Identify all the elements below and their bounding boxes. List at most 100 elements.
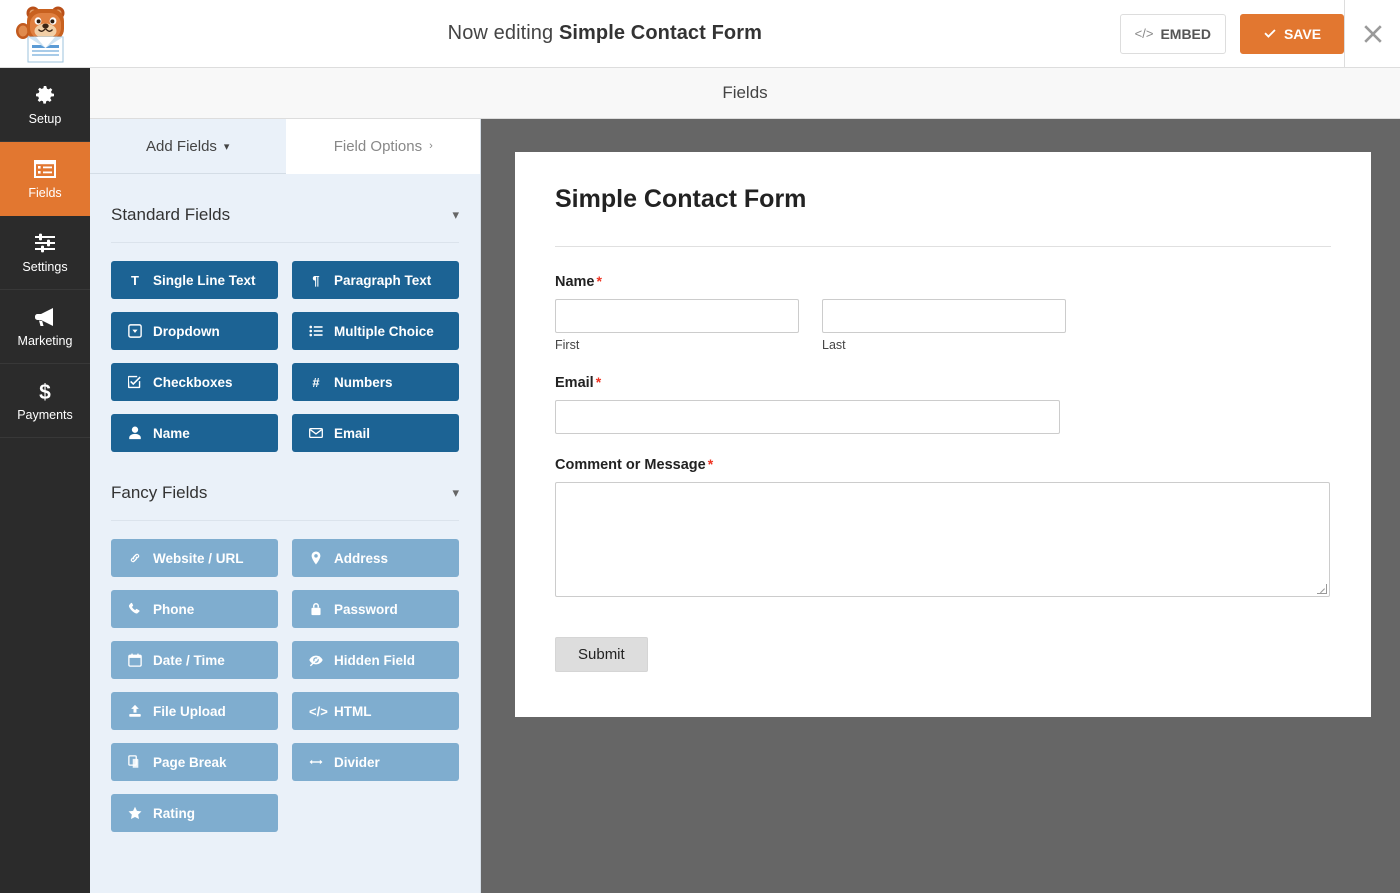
field-button-label: HTML — [334, 704, 372, 719]
sidebar-item-marketing[interactable]: Marketing — [0, 290, 90, 364]
field-button-dropdown[interactable]: Dropdown — [111, 312, 278, 350]
preview-field-label: Name* — [555, 273, 1331, 290]
required-indicator: * — [594, 374, 601, 390]
resize-handle-icon[interactable] — [1317, 584, 1327, 594]
form-divider — [555, 246, 1331, 247]
chevron-down-icon: ▾ — [452, 207, 459, 223]
field-button-label: Single Line Text — [153, 273, 256, 288]
builder-sidebar: Setup Fields Settings Marketing — [0, 68, 90, 893]
name-last-column: Last — [822, 299, 1066, 352]
field-button-single-line-text[interactable]: T Single Line Text — [111, 261, 278, 299]
section-fancy-fields-header[interactable]: Fancy Fields ▾ — [111, 452, 459, 521]
field-button-label: Date / Time — [153, 653, 225, 668]
field-button-paragraph-text[interactable]: ¶ Paragraph Text — [292, 261, 459, 299]
tab-field-options[interactable]: Field Options › — [286, 119, 482, 174]
first-name-input[interactable] — [555, 299, 799, 333]
list-icon — [33, 157, 57, 181]
field-button-label: Paragraph Text — [334, 273, 431, 288]
sidebar-item-payments[interactable]: $ Payments — [0, 364, 90, 438]
form-name: Simple Contact Form — [559, 22, 762, 44]
field-button-html[interactable]: </> HTML — [292, 692, 459, 730]
field-button-label: Password — [334, 602, 398, 617]
field-button-website-url[interactable]: Website / URL — [111, 539, 278, 577]
field-button-date-time[interactable]: Date / Time — [111, 641, 278, 679]
upload-icon — [128, 704, 142, 718]
field-button-file-upload[interactable]: File Upload — [111, 692, 278, 730]
required-indicator: * — [706, 456, 713, 472]
preview-field-label-text: Name — [555, 274, 595, 290]
map-marker-icon — [309, 551, 323, 565]
field-button-hidden-field[interactable]: Hidden Field — [292, 641, 459, 679]
section-title: Fancy Fields — [111, 483, 207, 503]
field-button-label: Page Break — [153, 755, 227, 770]
tab-add-fields[interactable]: Add Fields ▾ — [90, 119, 286, 174]
form-preview-title: Simple Contact Form — [555, 185, 1331, 214]
dollar-icon: $ — [33, 379, 57, 403]
field-button-label: Address — [334, 551, 388, 566]
standard-fields-grid: T Single Line Text ¶ Paragraph Text Drop… — [111, 243, 459, 452]
section-title: Standard Fields — [111, 205, 230, 225]
svg-text:$: $ — [39, 381, 51, 403]
phone-icon — [128, 602, 142, 616]
save-button[interactable]: SAVE — [1240, 14, 1344, 54]
close-builder-button[interactable] — [1344, 0, 1400, 68]
name-subfields-row: First Last — [555, 299, 1331, 352]
eye-slash-icon — [309, 653, 323, 667]
sidebar-item-label: Marketing — [18, 334, 73, 348]
sidebar-item-settings[interactable]: Settings — [0, 216, 90, 290]
text-width-icon: T — [128, 273, 142, 288]
last-name-sublabel: Last — [822, 338, 1066, 352]
fancy-fields-grid: Website / URL Address Phone Passw — [111, 521, 459, 832]
last-name-input[interactable] — [822, 299, 1066, 333]
form-preview-area: Simple Contact Form Name* First Last Em — [481, 119, 1400, 893]
lock-icon — [309, 602, 323, 616]
editing-prefix: Now editing — [448, 22, 554, 44]
field-button-divider[interactable]: Divider — [292, 743, 459, 781]
code-icon: </> — [309, 704, 323, 719]
field-button-password[interactable]: Password — [292, 590, 459, 628]
field-button-multiple-choice[interactable]: Multiple Choice — [292, 312, 459, 350]
submit-button[interactable]: Submit — [555, 637, 648, 672]
field-button-numbers[interactable]: # Numbers — [292, 363, 459, 401]
field-button-phone[interactable]: Phone — [111, 590, 278, 628]
field-button-rating[interactable]: Rating — [111, 794, 278, 832]
required-indicator: * — [595, 273, 602, 289]
envelope-icon — [309, 426, 323, 440]
sidebar-item-label: Settings — [22, 260, 67, 274]
field-button-label: Phone — [153, 602, 194, 617]
preview-field-email[interactable]: Email* — [555, 374, 1331, 434]
star-icon — [128, 806, 142, 820]
field-button-label: Multiple Choice — [334, 324, 434, 339]
check-icon — [1263, 27, 1277, 41]
tab-add-fields-label: Add Fields — [146, 138, 217, 155]
section-standard-fields-header[interactable]: Standard Fields ▾ — [111, 174, 459, 243]
preview-field-label-text: Comment or Message — [555, 457, 706, 473]
section-header-bar: Fields — [90, 68, 1400, 119]
field-button-address[interactable]: Address — [292, 539, 459, 577]
sidebar-item-setup[interactable]: Setup — [0, 68, 90, 142]
sidebar-item-fields[interactable]: Fields — [0, 142, 90, 216]
user-icon — [128, 426, 142, 440]
paragraph-icon: ¶ — [309, 273, 323, 288]
email-input[interactable] — [555, 400, 1060, 434]
preview-field-comment-or-message[interactable]: Comment or Message* — [555, 456, 1331, 597]
chevron-down-icon: ▾ — [224, 140, 230, 153]
preview-field-label-text: Email — [555, 375, 594, 391]
field-button-email[interactable]: Email — [292, 414, 459, 452]
tab-field-options-label: Field Options — [334, 138, 422, 155]
code-icon: </> — [1135, 26, 1154, 41]
preview-field-name[interactable]: Name* First Last — [555, 273, 1331, 352]
field-button-checkboxes[interactable]: Checkboxes — [111, 363, 278, 401]
sliders-icon — [33, 231, 57, 255]
panel-body: Standard Fields ▾ T Single Line Text ¶ P… — [90, 174, 480, 832]
save-button-label: SAVE — [1284, 26, 1321, 42]
page-title: Now editing Simple Contact Form — [90, 22, 1120, 45]
field-button-page-break[interactable]: Page Break — [111, 743, 278, 781]
comment-textarea[interactable] — [555, 482, 1330, 597]
field-button-name[interactable]: Name — [111, 414, 278, 452]
check-square-icon — [128, 375, 142, 389]
chevron-down-icon: ▾ — [452, 485, 459, 501]
wpforms-logo[interactable] — [0, 0, 90, 68]
field-button-label: Email — [334, 426, 370, 441]
embed-button[interactable]: </> EMBED — [1120, 14, 1226, 54]
